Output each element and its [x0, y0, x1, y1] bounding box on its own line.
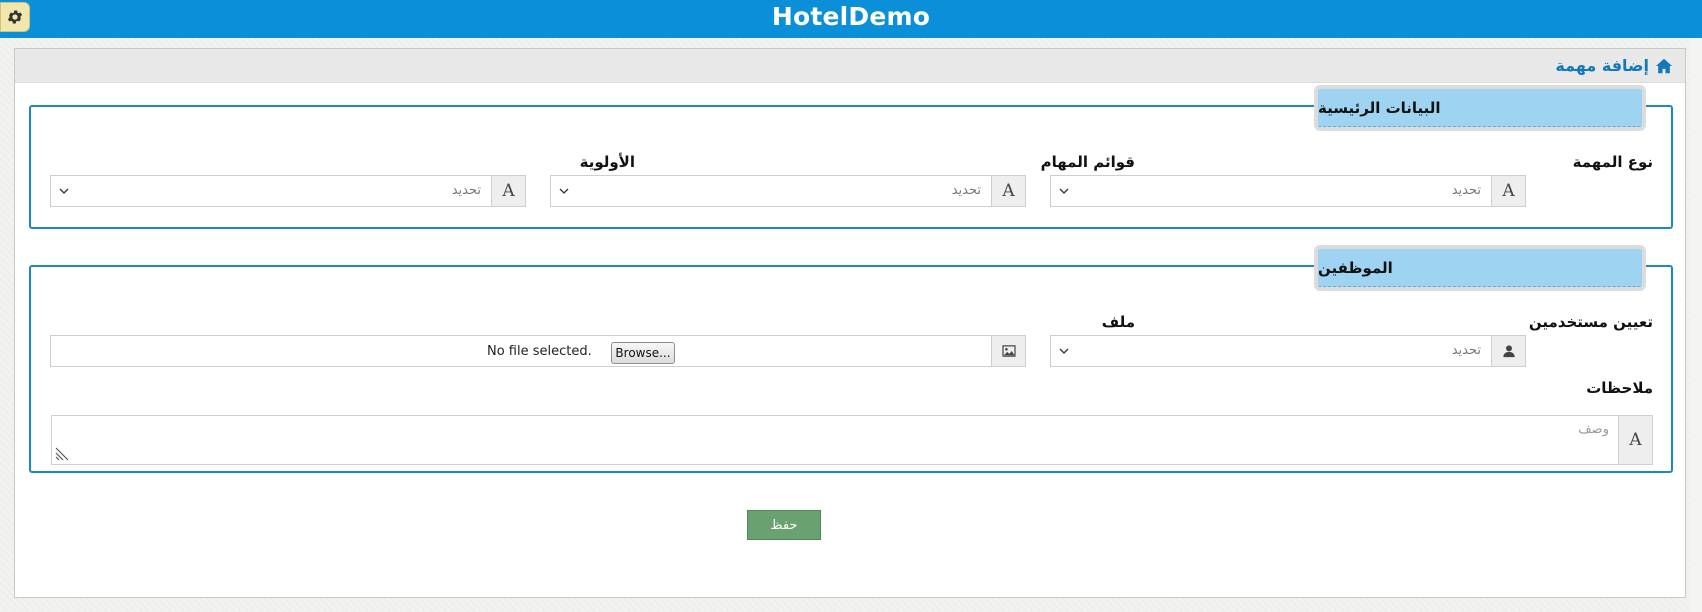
browse-button[interactable]: Browse...	[611, 342, 675, 364]
priority-select[interactable]: A تحديد	[50, 175, 526, 207]
task-lists-select[interactable]: A تحديد	[550, 175, 1026, 207]
breadcrumb[interactable]: إضافة مهمة	[1555, 56, 1673, 75]
chevron-down-icon	[1059, 186, 1069, 196]
resize-grip-icon[interactable]	[54, 446, 70, 462]
priority-value: تحديد	[451, 183, 481, 198]
page-scrollbar[interactable]	[1690, 38, 1702, 612]
file-input[interactable]: Browse... No file selected.	[50, 335, 1026, 367]
notes-field: A	[51, 415, 1653, 465]
assign-users-value: تحديد	[1451, 343, 1481, 358]
image-icon	[991, 336, 1025, 366]
employees-section: الموظفين تعيين مستخدمين تحديد ملف Browse…	[29, 245, 1673, 473]
font-icon: A	[1618, 416, 1652, 464]
gear-icon	[6, 8, 24, 26]
page-title: إضافة مهمة	[1555, 56, 1649, 75]
settings-button[interactable]	[0, 2, 30, 32]
main-data-legend: البيانات الرئيسية	[1314, 85, 1646, 131]
form-panel: إضافة مهمة البيانات الرئيسية نوع المهمة …	[14, 48, 1686, 598]
font-icon: A	[1491, 176, 1525, 206]
app-title: HotelDemo	[771, 2, 931, 31]
assign-users-label: تعيين مستخدمين	[1528, 313, 1653, 331]
notes-input[interactable]	[52, 416, 1619, 464]
chevron-down-icon	[59, 186, 69, 196]
home-icon	[1655, 58, 1673, 74]
task-type-value: تحديد	[1451, 183, 1481, 198]
task-type-label: نوع المهمة	[1572, 153, 1653, 171]
chevron-down-icon	[559, 186, 569, 196]
task-lists-label: قوائم المهام	[1040, 153, 1135, 171]
file-label: ملف	[1101, 313, 1135, 331]
priority-label: الأولوية	[579, 153, 635, 171]
save-button[interactable]: حفظ	[747, 510, 821, 540]
font-icon: A	[491, 176, 525, 206]
panel-header: إضافة مهمة	[15, 49, 1685, 83]
employees-title: الموظفين	[1318, 249, 1642, 287]
assign-users-select[interactable]: تحديد	[1050, 335, 1526, 367]
notes-label: ملاحظات	[1586, 379, 1653, 397]
user-icon	[1491, 336, 1525, 366]
task-lists-value: تحديد	[951, 183, 981, 198]
top-bar: HotelDemo	[0, 0, 1702, 38]
main-data-title: البيانات الرئيسية	[1318, 89, 1642, 127]
task-type-select[interactable]: A تحديد	[1050, 175, 1526, 207]
main-data-section: البيانات الرئيسية نوع المهمة A تحديد قوا…	[29, 85, 1673, 229]
file-status-text: No file selected.	[487, 344, 592, 359]
font-icon: A	[991, 176, 1025, 206]
chevron-down-icon	[1059, 346, 1069, 356]
employees-legend: الموظفين	[1314, 245, 1646, 291]
